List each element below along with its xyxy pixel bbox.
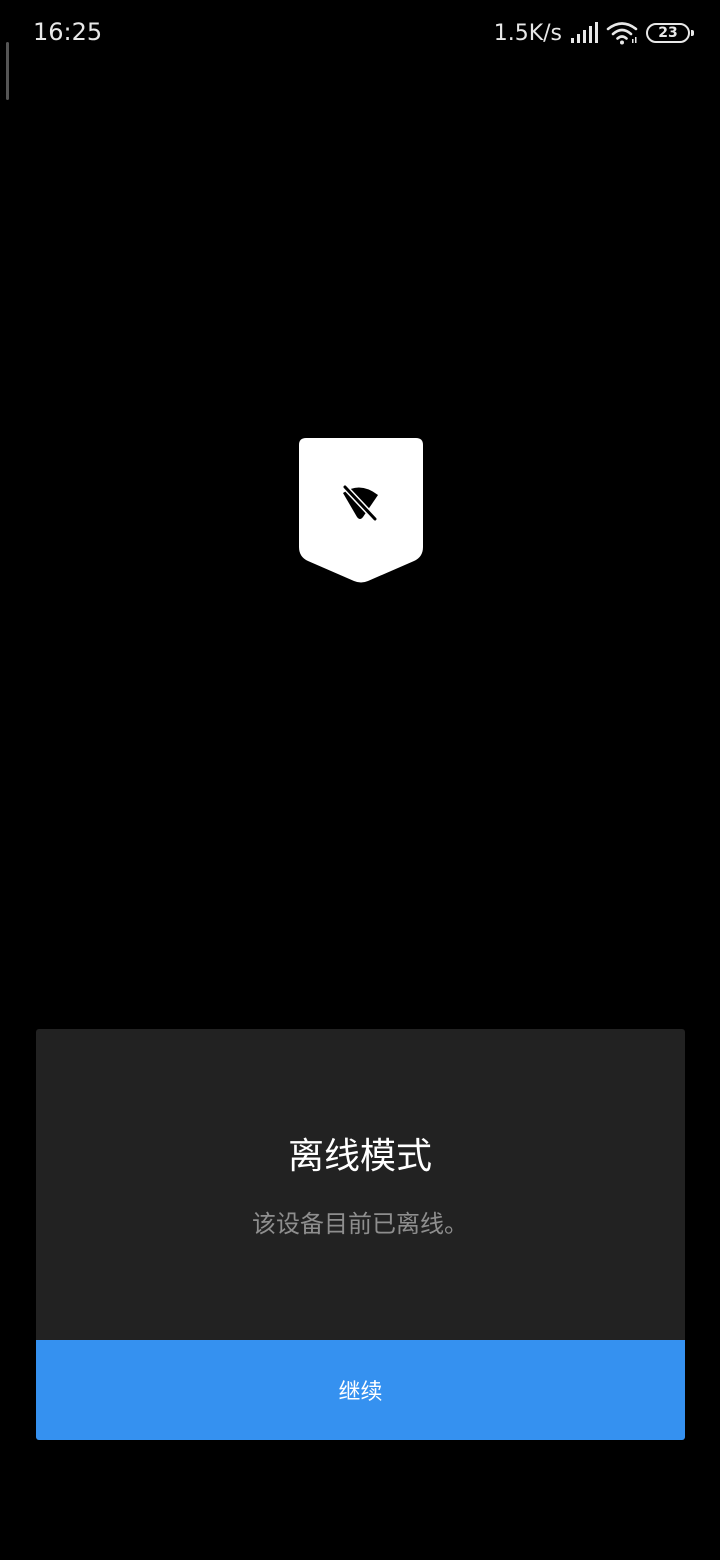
dialog-message: 该设备目前已离线。 bbox=[252, 1210, 468, 1238]
status-time: 16:25 bbox=[33, 18, 103, 46]
battery-level: 23 bbox=[658, 25, 678, 41]
edge-gesture-handle[interactable] bbox=[6, 42, 9, 100]
signal-bars-icon bbox=[571, 22, 598, 43]
battery-icon: 23 bbox=[646, 23, 694, 43]
wifi-icon bbox=[606, 22, 638, 45]
status-bar: 16:25 1.5K/s 23 bbox=[0, 0, 720, 66]
continue-button[interactable]: 继续 bbox=[36, 1340, 685, 1440]
network-speed: 1.5K/s bbox=[493, 20, 562, 46]
dialog-title: 离线模式 bbox=[287, 1136, 432, 1177]
status-indicators: 1.5K/s 23 bbox=[493, 18, 694, 48]
battery-tip bbox=[691, 30, 694, 36]
offline-badge bbox=[299, 438, 423, 583]
